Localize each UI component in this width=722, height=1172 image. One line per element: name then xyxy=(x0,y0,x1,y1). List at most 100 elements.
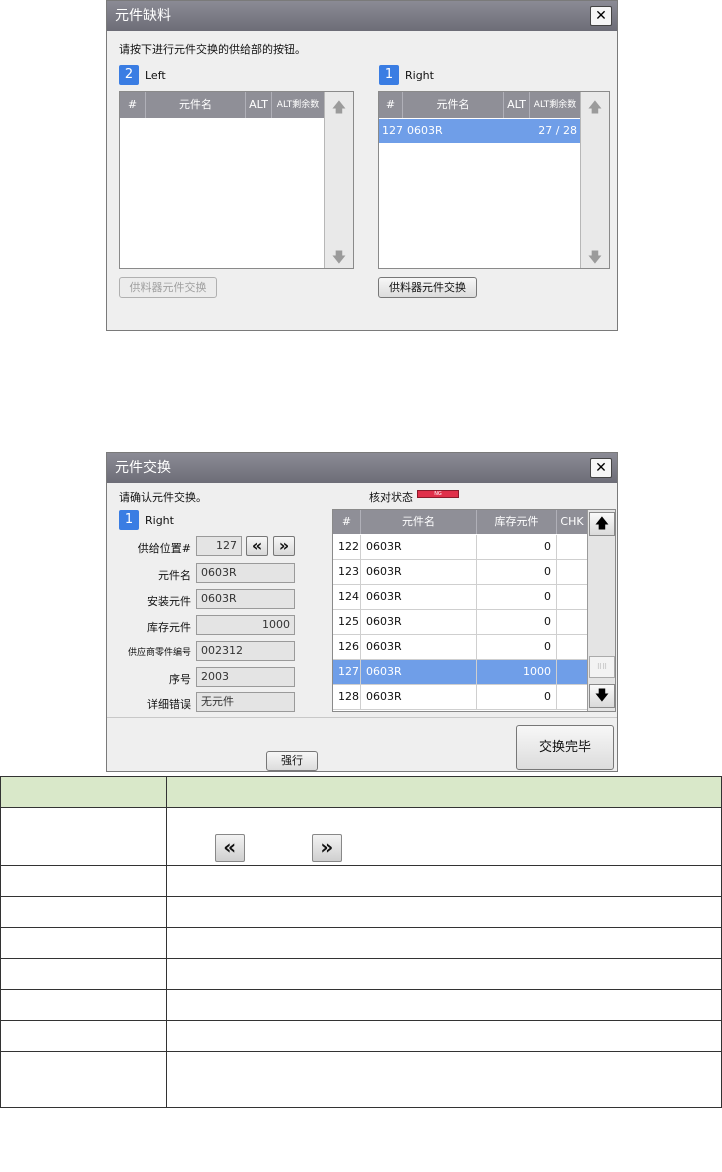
scroll-down-button[interactable]: 🡇 xyxy=(589,684,615,708)
row-num: 126 xyxy=(333,635,361,659)
arrow-up-icon[interactable]: 🡅 xyxy=(325,97,353,121)
table-row[interactable]: 127 0603R 1000 xyxy=(333,660,587,685)
left-list-scrollbar[interactable]: 🡅 🡇 xyxy=(324,92,353,268)
table-row xyxy=(0,1020,722,1052)
row-chk xyxy=(557,560,587,584)
row-num: 128 xyxy=(333,685,361,709)
left-feeder-exchange-button[interactable]: 供料器元件交换 xyxy=(119,277,217,298)
divider xyxy=(107,717,617,718)
exchange-finish-button[interactable]: 交换完毕 xyxy=(516,725,614,770)
row-stock: 1000 xyxy=(477,660,557,684)
table-row xyxy=(0,958,722,990)
col-num: # xyxy=(120,92,146,118)
error-detail-label: 详细错误 xyxy=(147,698,191,711)
table-cell xyxy=(0,1051,167,1108)
table-row xyxy=(0,865,722,897)
row-part-name: 0603R xyxy=(361,535,477,559)
confirm-instruction: 请确认元件交换。 xyxy=(119,491,207,504)
close-icon: ✕ xyxy=(595,8,607,24)
grid-scrollbar[interactable]: 🡅 ⠿⠿ 🡇 xyxy=(587,510,615,711)
left-part-list[interactable]: # 元件名 ALT ALT剩余数 🡅 🡇 xyxy=(119,91,354,269)
part-shortage-dialog: 元件缺料 ✕ 请按下进行元件交换的供给部的按钮。 2 Left # 元件名 AL… xyxy=(106,0,618,331)
table-cell xyxy=(165,865,722,897)
table-row[interactable]: 125 0603R 0 xyxy=(333,610,587,635)
scroll-up-button[interactable]: 🡅 xyxy=(589,512,615,536)
supplier-part-no-label: 供应商零件编号 xyxy=(127,648,191,658)
left-list-header: # 元件名 ALT ALT剩余数 xyxy=(120,92,324,118)
part-name-label: 元件名 xyxy=(158,569,191,582)
table-cell xyxy=(0,927,167,959)
arrow-down-icon[interactable]: 🡇 xyxy=(325,247,353,271)
close-icon: ✕ xyxy=(595,460,607,476)
previous-position-button[interactable]: « xyxy=(246,536,268,556)
table-cell xyxy=(165,896,722,928)
table-header-row xyxy=(0,776,722,808)
table-row: « » xyxy=(0,807,722,866)
row-part-name: 0603R xyxy=(361,685,477,709)
row-num: 125 xyxy=(333,610,361,634)
mounted-part-field: 0603R xyxy=(196,589,295,609)
arrow-down-icon: 🡇 xyxy=(594,688,610,704)
close-button[interactable]: ✕ xyxy=(590,6,612,26)
next-position-button[interactable]: » xyxy=(273,536,295,556)
force-button[interactable]: 强行 xyxy=(266,751,318,771)
table-cell xyxy=(0,1020,167,1052)
col-alt-remaining: ALT剩余数 xyxy=(533,100,577,110)
close-button[interactable]: ✕ xyxy=(590,458,612,478)
row-part-name: 0603R xyxy=(361,635,477,659)
feed-position-field: 127 xyxy=(196,536,242,556)
table-row[interactable]: 122 0603R 0 xyxy=(333,535,587,560)
check-status-text: NG xyxy=(434,491,442,497)
table-cell xyxy=(165,1051,722,1108)
table-row[interactable]: 126 0603R 0 xyxy=(333,635,587,660)
table-cell xyxy=(0,807,167,866)
col-num: # xyxy=(333,510,361,534)
right-side-label: Right xyxy=(145,514,174,527)
table-cell xyxy=(0,896,167,928)
stock-part-field: 1000 xyxy=(196,615,295,635)
arrow-up-icon[interactable]: 🡅 xyxy=(581,97,609,121)
header-cell xyxy=(0,776,167,808)
right-list-scrollbar[interactable]: 🡅 🡇 xyxy=(580,92,609,268)
scroll-thumb[interactable]: ⠿⠿ xyxy=(589,656,615,678)
row-stock: 0 xyxy=(477,635,557,659)
double-chevron-right-icon: » xyxy=(311,834,342,862)
col-part-name: 元件名 xyxy=(361,510,477,534)
row-stock: 0 xyxy=(477,560,557,584)
table-row[interactable]: 124 0603R 0 xyxy=(333,585,587,610)
part-exchange-title: 元件交换 xyxy=(107,453,617,483)
table-row xyxy=(0,1051,722,1108)
row-num: 124 xyxy=(333,585,361,609)
row-chk xyxy=(557,610,587,634)
table-row xyxy=(0,896,722,928)
header-cell xyxy=(165,776,722,808)
table-row xyxy=(0,927,722,959)
check-status-label: 核对状态 xyxy=(369,491,413,504)
left-side-badge: 2 xyxy=(119,65,139,85)
row-stock: 0 xyxy=(477,685,557,709)
col-stock: 库存元件 xyxy=(477,510,557,534)
row-num: 122 xyxy=(333,535,361,559)
row-remaining: 27 / 28 xyxy=(538,124,577,137)
table-cell xyxy=(165,989,722,1021)
table-cell xyxy=(165,958,722,990)
mounted-part-label: 安装元件 xyxy=(147,595,191,608)
row-stock: 0 xyxy=(477,585,557,609)
col-alt: ALT xyxy=(246,92,272,118)
right-feeder-exchange-button[interactable]: 供料器元件交换 xyxy=(378,277,477,298)
arrow-down-icon[interactable]: 🡇 xyxy=(581,247,609,271)
row-stock: 0 xyxy=(477,610,557,634)
table-row[interactable]: 128 0603R 0 xyxy=(333,685,587,710)
list-item[interactable]: 127 0603R 27 / 28 xyxy=(379,119,580,143)
part-stock-grid[interactable]: # 元件名 库存元件 CHK 122 0603R 0 123 0603R 0 124 0603… xyxy=(332,509,616,712)
double-chevron-right-icon: » xyxy=(278,536,290,555)
right-list-header: # 元件名 ALT ALT剩余数 xyxy=(379,92,580,118)
instruction-text: 请按下进行元件交换的供给部的按钮。 xyxy=(119,43,306,56)
table-cell xyxy=(165,1020,722,1052)
row-chk xyxy=(557,660,587,684)
double-chevron-left-icon: « xyxy=(251,536,263,555)
row-part-name: 0603R xyxy=(361,610,477,634)
table-cell xyxy=(0,958,167,990)
table-row[interactable]: 123 0603R 0 xyxy=(333,560,587,585)
right-part-list[interactable]: # 元件名 ALT ALT剩余数 127 0603R 27 / 28 🡅 🡇 xyxy=(378,91,610,269)
